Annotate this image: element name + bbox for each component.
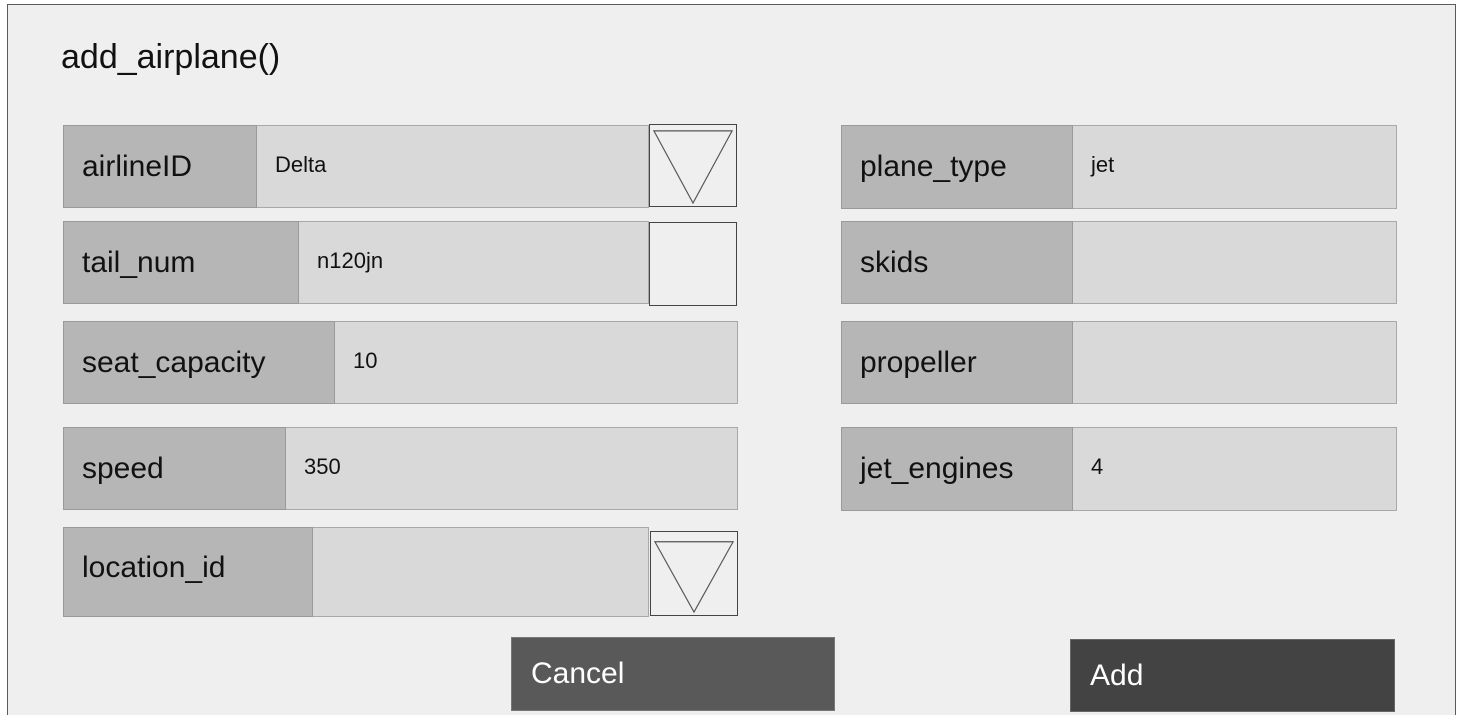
page-title: add_airplane() [61,38,281,76]
propeller-label: propeller [841,321,1073,404]
tail-num-field[interactable]: n120jn [299,221,649,304]
propeller-field[interactable] [1073,321,1397,404]
plane-type-field[interactable]: jet [1073,125,1397,209]
location-id-dropdown-button[interactable] [650,531,738,616]
skids-field[interactable] [1073,221,1397,304]
seat-capacity-label: seat_capacity [63,321,335,404]
speed-field[interactable]: 350 [286,427,738,510]
cancel-button[interactable]: Cancel [511,637,835,711]
airline-id-dropdown-button[interactable] [649,124,737,207]
chevron-down-icon [653,541,735,614]
skids-label: skids [841,221,1073,304]
plane-type-label: plane_type [841,125,1073,209]
airline-id-field[interactable]: Delta [257,125,649,208]
jet-engines-field[interactable]: 4 [1073,427,1397,511]
seat-capacity-field[interactable]: 10 [335,321,738,404]
tail-num-checkbox[interactable] [649,222,737,306]
jet-engines-label: jet_engines [841,427,1073,511]
chevron-down-icon [652,130,734,205]
airline-id-label: airlineID [63,125,257,208]
speed-label: speed [63,427,286,510]
location-id-field[interactable] [313,527,649,617]
add-button[interactable]: Add [1070,639,1395,712]
tail-num-label: tail_num [63,221,299,304]
location-id-label: location_id [63,527,313,617]
